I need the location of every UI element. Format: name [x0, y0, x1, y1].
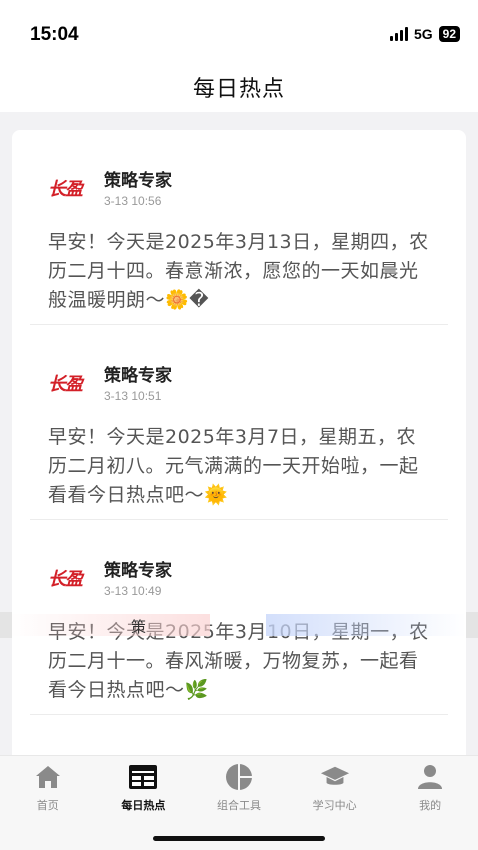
overlay-gradient-left	[10, 614, 210, 636]
overlay-edge-right	[466, 612, 478, 638]
status-indicators: 5G 92	[389, 26, 460, 42]
bottom-tab-bar: 首页 每日热点 组合工具 学习中心 我的	[0, 755, 478, 850]
graduation-cap-icon	[320, 762, 350, 792]
tab-portfolio-tools[interactable]: 组合工具	[191, 762, 287, 813]
signal-icon	[389, 27, 408, 41]
brand-logo: 长盈	[48, 176, 90, 200]
tab-label: 每日热点	[121, 799, 166, 812]
post-author: 策略专家	[104, 366, 172, 386]
tab-mine[interactable]: 我的	[382, 762, 478, 813]
tab-daily-hot[interactable]: 每日热点	[96, 762, 192, 813]
post-author-row: 长盈 策略专家 3-13 10:51	[48, 361, 430, 403]
home-indicator[interactable]	[153, 836, 325, 841]
network-type: 5G	[413, 26, 433, 42]
floating-overlay-strip: 策	[0, 612, 478, 638]
feed-post[interactable]: 长盈 策略专家 3-13 10:56 早安！今天是2025年3月13日，星期四，…	[30, 130, 448, 325]
post-author: 策略专家	[104, 561, 172, 581]
brand-logo-text: 长盈	[48, 179, 83, 200]
overlay-gradient-right	[266, 614, 466, 636]
post-time: 3-13 10:49	[104, 584, 162, 598]
post-author-row: 长盈 策略专家 3-13 10:49	[48, 556, 430, 598]
brand-logo: 长盈	[48, 566, 90, 590]
post-time: 3-13 10:51	[104, 389, 162, 403]
calendar-news-icon	[128, 762, 158, 792]
brand-logo-text: 长盈	[48, 374, 83, 395]
feed-post[interactable]: 长盈 策略专家 3-13 10:51 早安！今天是2025年3月7日，星期五，农…	[30, 325, 448, 520]
tab-label: 我的	[419, 799, 442, 812]
page-title: 每日热点	[192, 77, 285, 102]
navigation-bar: 每日热点	[0, 62, 478, 112]
status-bar: 15:04 5G 92	[0, 0, 478, 62]
overlay-text: 策	[131, 618, 147, 636]
post-time: 3-13 10:56	[104, 194, 162, 208]
tab-label: 学习中心	[312, 799, 357, 812]
battery-icon: 92	[438, 26, 460, 42]
brand-logo-text: 长盈	[48, 569, 83, 590]
tab-learning-center[interactable]: 学习中心	[287, 762, 383, 813]
tab-label: 首页	[36, 799, 59, 812]
brand-logo: 长盈	[48, 371, 90, 395]
home-icon	[33, 762, 63, 792]
post-author-row: 长盈 策略专家 3-13 10:56	[48, 166, 430, 208]
post-author: 策略专家	[104, 171, 172, 191]
post-body[interactable]: 早安！今天是2025年3月13日，星期四，农历二月十四。春意渐浓，愿您的一天如晨…	[48, 228, 430, 315]
status-time: 15:04	[30, 24, 79, 45]
feed-list[interactable]: 长盈 策略专家 3-13 10:56 早安！今天是2025年3月13日，星期四，…	[12, 130, 466, 760]
pie-chart-icon	[224, 762, 254, 792]
tab-label: 组合工具	[216, 799, 261, 812]
post-body[interactable]: 早安！今天是2025年3月7日，星期五，农历二月初八。元气满满的一天开始啦，一起…	[48, 423, 430, 510]
tab-home[interactable]: 首页	[0, 762, 96, 813]
user-icon	[415, 762, 445, 792]
overlay-edge-left	[0, 612, 12, 638]
